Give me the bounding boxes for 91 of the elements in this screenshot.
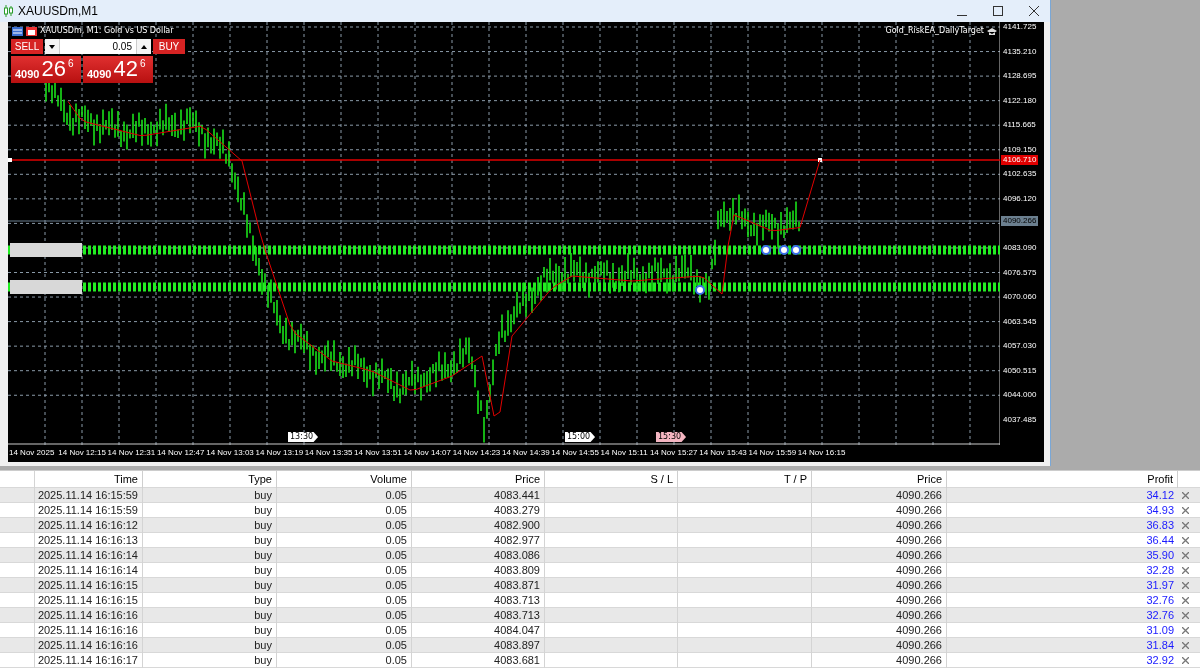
table-cell-text: 34.93 <box>1145 503 1175 518</box>
decrease-button[interactable] <box>45 39 60 54</box>
minimize-icon <box>957 14 967 16</box>
time-label: 14 Nov 13:19 <box>255 448 304 458</box>
price-label: 4063.545 <box>1003 316 1037 327</box>
price-label: 4096.120 <box>1003 193 1037 204</box>
price-label: 4135.210 <box>1003 46 1037 57</box>
table-cell-text: 34.12 <box>1145 488 1175 503</box>
close-icon <box>1181 507 1189 514</box>
chart-title: XAUUSDm, M1: Gold vs US Dollar <box>40 26 174 35</box>
price-tag: 4106.710 <box>1001 155 1039 165</box>
close-icon <box>1181 537 1189 544</box>
increase-button[interactable] <box>136 39 151 54</box>
close-icon <box>1181 582 1189 589</box>
time-label: 14 Nov 14:55 <box>551 448 599 458</box>
price-label: 4076.575 <box>1003 267 1037 278</box>
close-icon <box>1181 657 1189 664</box>
close-icon <box>1181 627 1189 634</box>
time-label: 14 Nov 16:15 <box>797 448 846 458</box>
up-arrow-icon <box>141 44 147 49</box>
price-level-line[interactable] <box>8 158 1000 162</box>
expert-name: Gold_RiskEA_DailyTarget <box>885 26 984 35</box>
candlestick-icon <box>4 5 14 17</box>
table-cell: 4090.266 <box>812 653 947 668</box>
close-icon <box>1181 567 1189 574</box>
table-cell: buy <box>143 653 277 668</box>
close-icon <box>1181 612 1189 619</box>
table-cell-text: 32.76 <box>1145 608 1175 623</box>
time-label: 14 Nov 13:35 <box>304 448 353 458</box>
time-label: 14 Nov 12:15 <box>58 448 106 458</box>
time-label: 14 Nov 13:03 <box>206 448 254 458</box>
trade-marker <box>791 245 801 255</box>
level-label-block <box>10 243 82 257</box>
table-cell-text: 31.97 <box>1145 578 1175 593</box>
price-label: 4115.665 <box>1003 120 1036 131</box>
close-icon <box>1181 522 1189 529</box>
price-tag: 4090.266 <box>1001 216 1039 226</box>
table-cell-text: 36.44 <box>1145 533 1175 548</box>
hat-icon <box>987 28 997 36</box>
table-cell-text: 35.90 <box>1145 548 1175 563</box>
price-label: 4037.485 <box>1003 414 1037 425</box>
volume-field[interactable]: 0.05 <box>45 39 151 54</box>
time-label: 14 Nov 14:39 <box>502 448 550 458</box>
price-label: 4122.180 <box>1003 95 1037 106</box>
chart-list-icon <box>12 27 23 36</box>
table-cell: 2025.11.14 16:16:17 <box>35 653 143 668</box>
time-label: 14 Nov 12:47 <box>156 448 205 458</box>
trade-marker <box>761 245 771 255</box>
table-cell-text: 36.83 <box>1145 518 1175 533</box>
sell-button[interactable]: SELL <box>11 39 43 54</box>
close-icon <box>1181 642 1189 649</box>
table-cell-text: 31.84 <box>1145 638 1175 653</box>
level-label-block <box>10 280 82 294</box>
time-marker: 15:30 <box>656 432 687 442</box>
buy-button[interactable]: BUY <box>153 39 185 54</box>
down-arrow-icon <box>49 44 55 49</box>
time-label: 14 Nov 13:51 <box>354 448 402 458</box>
trade-marker <box>779 245 789 255</box>
table-cell: 4083.681 <box>412 653 545 668</box>
price-label: 4050.515 <box>1003 365 1037 376</box>
time-marker: 13:30 <box>288 432 319 442</box>
price-label: 4141.725 <box>1003 22 1037 32</box>
close-icon <box>1029 6 1039 16</box>
price-label: 4070.060 <box>1003 292 1037 303</box>
time-label: 14 Nov 15:11 <box>600 448 648 458</box>
maximize-icon <box>993 6 1003 16</box>
close-icon <box>1181 552 1189 559</box>
table-cell-text: 32.76 <box>1145 593 1175 608</box>
price-label: 4109.150 <box>1003 144 1037 155</box>
table-cell-text: 32.92 <box>1145 653 1175 668</box>
price-label: 4128.695 <box>1003 71 1037 82</box>
table-cell-text: 32.28 <box>1145 563 1175 578</box>
price-label: 4102.635 <box>1003 169 1037 180</box>
table-cell: 0.05 <box>277 653 412 668</box>
close-icon <box>1181 597 1189 604</box>
window-title: XAUUSDm,M1 <box>18 4 99 18</box>
table-cell-text: 31.09 <box>1145 623 1175 638</box>
time-label: 14 Nov 15:27 <box>649 448 698 458</box>
close-icon <box>1181 492 1189 499</box>
time-label: 14 Nov 14:23 <box>452 448 501 458</box>
time-marker: 15:00 <box>565 432 596 442</box>
time-label: 14 Nov 15:59 <box>748 448 797 458</box>
time-label: 14 Nov 2025 <box>9 448 55 458</box>
trade-marker <box>695 285 705 295</box>
time-label: 14 Nov 15:43 <box>699 448 747 458</box>
time-label: 14 Nov 14:07 <box>403 448 451 458</box>
price-label: 4057.030 <box>1003 341 1037 352</box>
price-label: 4044.000 <box>1003 390 1037 401</box>
price-label: 4083.090 <box>1003 242 1037 253</box>
chart-window-icon <box>26 27 37 36</box>
time-label: 14 Nov 12:31 <box>107 448 156 458</box>
